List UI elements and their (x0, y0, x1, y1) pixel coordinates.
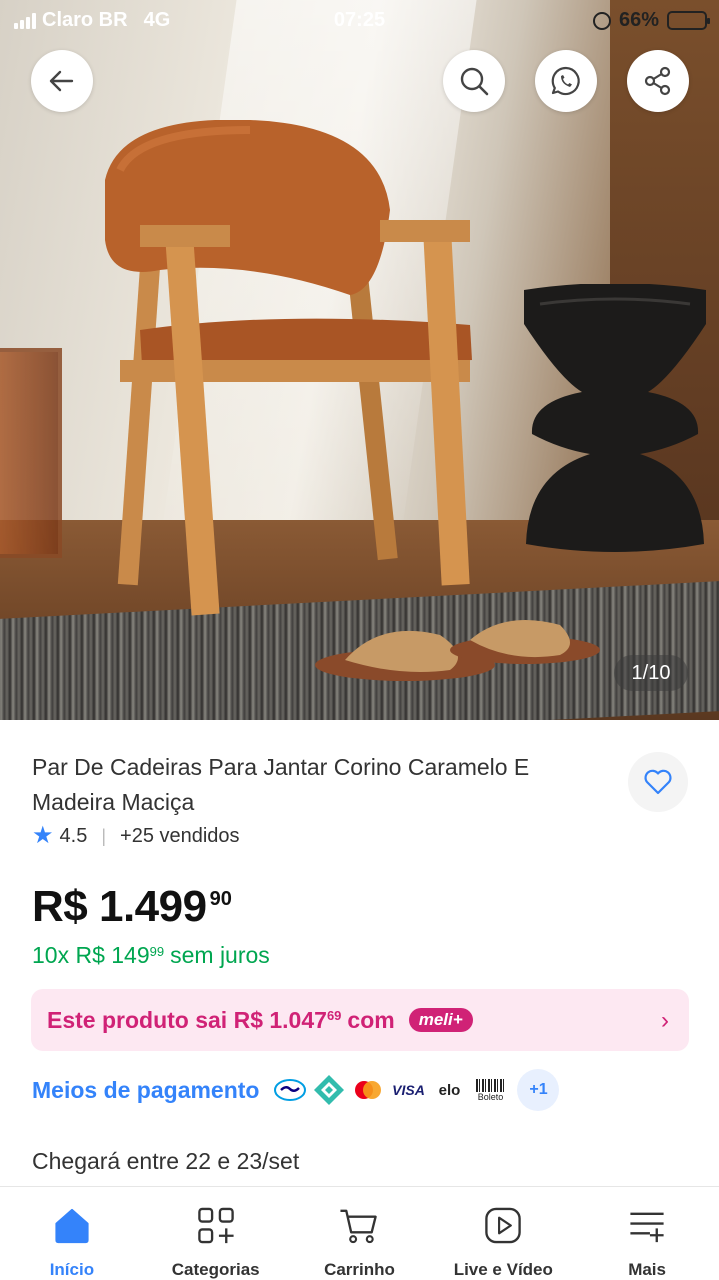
sold-count: +25 vendidos (120, 824, 240, 847)
home-icon (55, 1208, 89, 1244)
nav-item-live-video[interactable]: Live e Vídeo (431, 1187, 575, 1280)
search-button[interactable] (443, 50, 505, 112)
boleto-icon: Boleto (472, 1073, 508, 1107)
divider: | (101, 825, 107, 846)
arrow-left-icon (49, 70, 74, 92)
nav-label-categories: Categorias (171, 1260, 260, 1279)
product-image-gallery[interactable]: 1/10 (0, 0, 719, 720)
side-table (520, 232, 710, 556)
nav-label-cart: Carrinho (324, 1260, 395, 1279)
dining-chair (80, 119, 510, 620)
back-button[interactable] (31, 50, 93, 112)
meli-banner-cents: 69 (326, 1007, 342, 1023)
share-button[interactable] (627, 50, 689, 112)
nav-label-live-video: Live e Vídeo (453, 1260, 553, 1279)
payment-methods[interactable]: Meios de pagamento VISA elo Boleto +1 (32, 1066, 692, 1114)
battery-percent: 66% (618, 9, 659, 31)
search-icon (460, 67, 489, 96)
nav-label-home: Início (49, 1260, 95, 1279)
elo-logo: elo (438, 1081, 461, 1099)
heart-icon (644, 769, 672, 795)
nav-item-home[interactable]: Início (0, 1187, 144, 1280)
categories-icon (197, 1207, 234, 1244)
meli-banner-text: Este produto sai R$ 1.047 69 com (47, 1007, 395, 1034)
installments-suffix: sem juros (170, 942, 270, 968)
status-right: 66% (592, 9, 710, 32)
menu-plus-icon (630, 1212, 664, 1243)
battery-icon (667, 11, 710, 30)
rating-row[interactable]: ★ 4.5 | +25 vendidos (32, 824, 240, 848)
mercado-pago-icon (273, 1073, 307, 1107)
price-main: R$ 1.499 (32, 882, 207, 931)
delivery-estimate: Chegará entre 22 e 23/set (32, 1148, 300, 1174)
nav-item-more[interactable]: Mais (575, 1187, 719, 1280)
star-icon: ★ (32, 822, 54, 849)
whatsapp-icon (551, 66, 580, 96)
meli-banner-price: Este produto sai R$ 1.047 (47, 1006, 327, 1033)
product-title: Par De Cadeiras Para Jantar Corino Caram… (32, 754, 530, 815)
status-bar: Claro BR 4G 07:25 66% (0, 0, 719, 42)
meli-plus-banner[interactable]: Este produto sai R$ 1.047 69 com meli+ › (31, 989, 689, 1051)
payment-methods-link[interactable]: Meios de pagamento (32, 1077, 259, 1104)
boleto-label: Boleto (477, 1091, 504, 1102)
pix-icon (312, 1073, 346, 1107)
meli-plus-badge: meli+ (408, 1008, 473, 1032)
price-cents: 90 (209, 888, 232, 910)
price: R$ 1.499 90 (32, 882, 232, 932)
orientation-lock-icon (592, 11, 611, 30)
leather-basket (0, 348, 62, 558)
bottom-navigation: Início Categorias Carrinho Live e Vídeo … (0, 1186, 719, 1280)
whatsapp-button[interactable] (535, 50, 597, 112)
visa-logo: VISA (392, 1082, 425, 1098)
installments: 10x R$ 149 99 sem juros (32, 942, 270, 969)
play-icon (485, 1207, 522, 1244)
nav-item-cart[interactable]: Carrinho (288, 1187, 432, 1280)
mastercard-icon (351, 1073, 385, 1107)
installments-cents: 99 (149, 944, 165, 959)
cart-icon (340, 1209, 378, 1244)
rating-value: 4.5 (59, 824, 88, 847)
installments-amount: 10x R$ 149 (32, 942, 150, 968)
favorite-button[interactable] (628, 752, 688, 812)
more-payments-badge[interactable]: +1 (517, 1069, 560, 1111)
nav-item-categories[interactable]: Categorias (144, 1187, 288, 1280)
image-counter: 1/10 (614, 655, 688, 691)
slippers (310, 615, 600, 690)
meli-banner-suffix: com (347, 1006, 395, 1033)
nav-label-more: Mais (628, 1260, 666, 1279)
chevron-right-icon: › (661, 1007, 669, 1034)
share-icon (644, 66, 671, 96)
